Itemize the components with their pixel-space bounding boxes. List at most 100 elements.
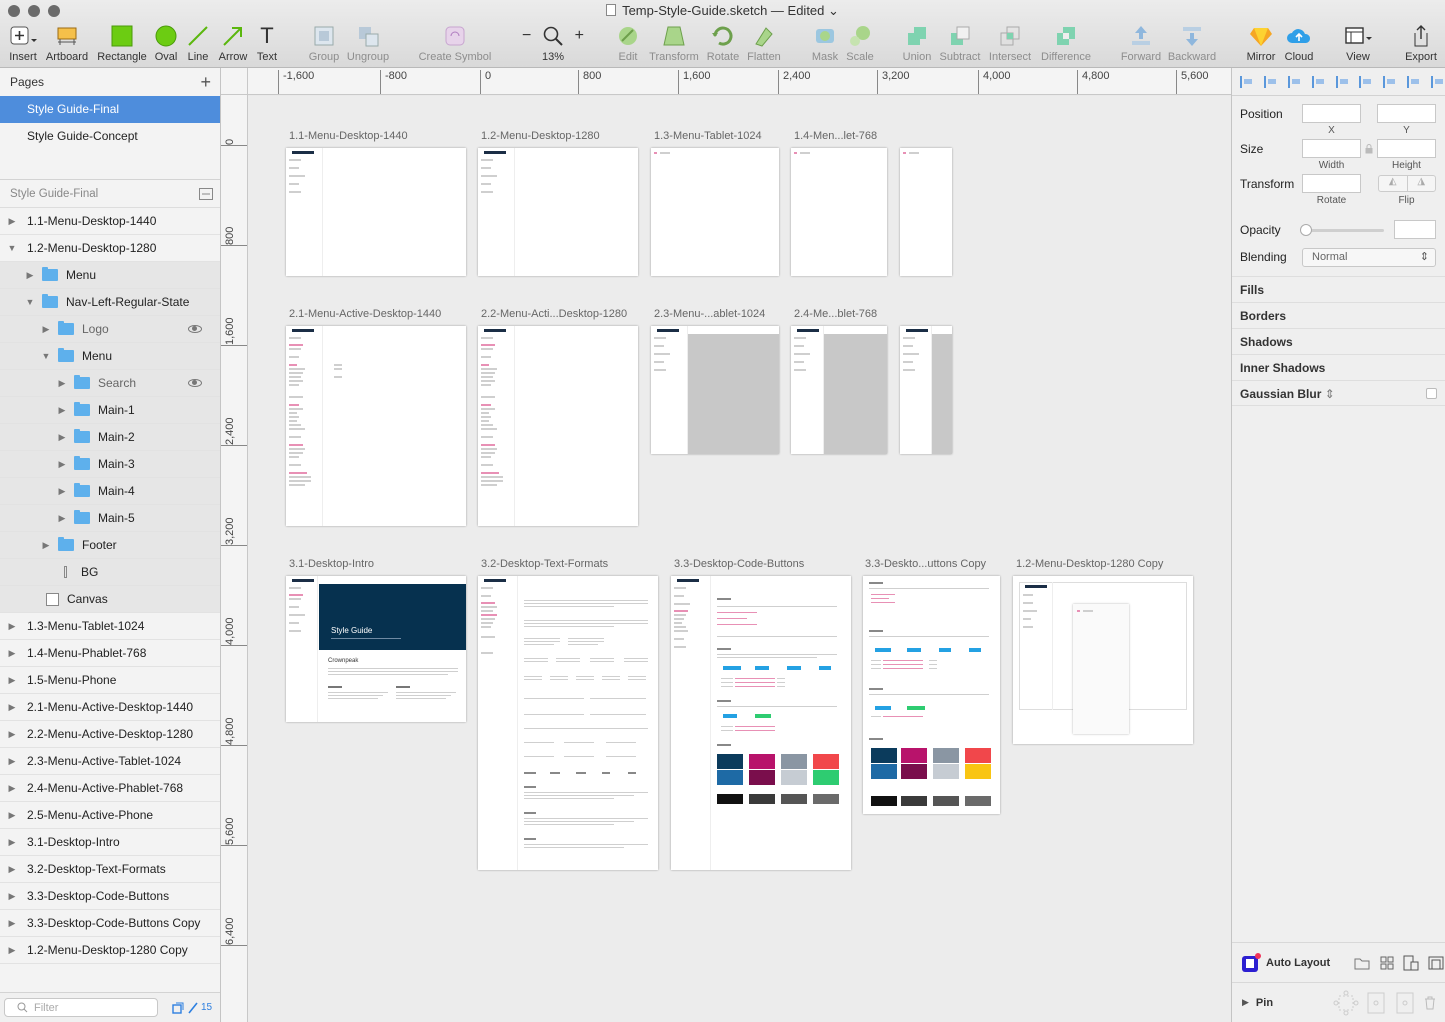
disclosure-right-icon[interactable]: ▶ [6, 675, 18, 686]
trash-icon[interactable] [1424, 996, 1436, 1010]
mask-button[interactable]: Mask [810, 24, 840, 63]
artboard-title[interactable]: 1.3-Menu-Tablet-1024 [654, 130, 762, 142]
shadows-section[interactable]: Shadows [1232, 328, 1445, 354]
artboard-thumbnail[interactable] [1013, 576, 1193, 744]
intersect-button[interactable]: Intersect [987, 24, 1033, 63]
rotate-field[interactable] [1302, 174, 1361, 193]
flatten-button[interactable]: Flatten [745, 24, 783, 63]
edit-button[interactable]: Edit [614, 24, 642, 63]
page-item-style-guide-concept[interactable]: Style Guide-Concept [0, 123, 220, 150]
disclosure-down-icon[interactable]: ▼ [6, 243, 18, 253]
layer-artboard[interactable]: ▶ 3.3-Desktop-Code-Buttons Copy [0, 910, 220, 937]
layer-artboard[interactable]: ▶ 1.5-Menu-Phone [0, 667, 220, 694]
blur-checkbox[interactable] [1426, 388, 1437, 399]
artboard-title[interactable]: 2.2-Menu-Acti...Desktop-1280 [481, 308, 627, 320]
disclosure-right-icon[interactable]: ▶ [56, 513, 68, 524]
artboard-thumbnail[interactable] [286, 148, 466, 276]
layer-group[interactable]: ▶ Main-1 [0, 397, 220, 424]
align-left-icon[interactable] [1240, 75, 1254, 88]
height-field[interactable] [1377, 139, 1436, 158]
ungroup-button[interactable]: Ungroup [346, 24, 390, 63]
artboard-thumbnail[interactable] [651, 148, 779, 276]
artboard-title[interactable]: 3.3-Deskto...uttons Copy [865, 558, 986, 570]
disclosure-right-icon[interactable]: ▶ [6, 891, 18, 902]
disclosure-right-icon[interactable]: ▶ [1242, 997, 1249, 1008]
opacity-slider[interactable] [1300, 224, 1384, 236]
disclosure-right-icon[interactable]: ▶ [6, 729, 18, 740]
create-symbol-button[interactable]: Create Symbol [418, 24, 492, 63]
layer-artboard[interactable]: ▶ 1.2-Menu-Desktop-1280 Copy [0, 937, 220, 964]
layer-artboard[interactable]: ▶ 2.1-Menu-Active-Desktop-1440 [0, 694, 220, 721]
disclosure-right-icon[interactable]: ▶ [6, 216, 18, 227]
layer-artboard[interactable]: ▶ 1.3-Menu-Tablet-1024 [0, 613, 220, 640]
distribute-horizontal-icon[interactable] [1263, 75, 1278, 88]
align-right-icon[interactable] [1311, 75, 1326, 88]
align-center-icon[interactable] [1287, 75, 1302, 88]
artboard-title[interactable]: 2.1-Menu-Active-Desktop-1440 [289, 308, 441, 320]
artboard-title[interactable]: 3.2-Desktop-Text-Formats [481, 558, 608, 570]
auto-layout-label[interactable]: Auto Layout [1266, 957, 1330, 969]
rotate-button[interactable]: Rotate [705, 24, 741, 63]
artboard-title[interactable]: 1.1-Menu-Desktop-1440 [289, 130, 408, 142]
devices-icon[interactable] [1403, 955, 1419, 971]
stepper-icon[interactable]: ⇕ [1325, 387, 1335, 401]
layer-artboard[interactable]: ▶ 2.5-Menu-Active-Phone [0, 802, 220, 829]
layer-artboard[interactable]: ▶ 1.1-Menu-Desktop-1440 [0, 208, 220, 235]
artboard-title[interactable]: 3.1-Desktop-Intro [289, 558, 374, 570]
vertical-ruler[interactable]: 0 800 1,600 2,400 3,200 4,000 4,800 5,60… [221, 95, 248, 1022]
pin-label[interactable]: Pin [1256, 997, 1273, 1009]
artboard-thumbnail[interactable] [863, 576, 1000, 814]
transform-button[interactable]: Transform [648, 24, 700, 63]
group-button[interactable]: Group [306, 24, 342, 63]
layer-artboard[interactable]: ▼ 1.2-Menu-Desktop-1280 [0, 235, 220, 262]
layer-group[interactable]: ▼ Menu [0, 343, 220, 370]
scale-button[interactable]: Scale [845, 24, 875, 63]
disclosure-down-icon[interactable]: ▼ [24, 297, 36, 307]
disclosure-right-icon[interactable]: ▶ [56, 486, 68, 497]
artboard-title[interactable]: 1.2-Menu-Desktop-1280 Copy [1016, 558, 1163, 570]
disclosure-right-icon[interactable]: ▶ [40, 540, 52, 551]
borders-section[interactable]: Borders [1232, 302, 1445, 328]
artboard-thumbnail[interactable] [478, 576, 658, 870]
width-field[interactable] [1302, 139, 1361, 158]
pin-corners-icon[interactable] [1333, 990, 1359, 1016]
disclosure-right-icon[interactable]: ▶ [6, 783, 18, 794]
disclosure-right-icon[interactable]: ▶ [6, 945, 18, 956]
eye-icon[interactable] [188, 325, 202, 333]
artboard-title[interactable]: 3.3-Desktop-Code-Buttons [674, 558, 804, 570]
text-button[interactable]: T Text [254, 23, 280, 63]
position-x-field[interactable] [1302, 104, 1361, 123]
opacity-field[interactable] [1394, 220, 1436, 239]
align-bottom-edge-icon[interactable] [1431, 75, 1445, 88]
disclosure-right-icon[interactable]: ▶ [6, 648, 18, 659]
disclosure-right-icon[interactable]: ▶ [6, 756, 18, 767]
page-item-style-guide-final[interactable]: Style Guide-Final [0, 96, 220, 123]
line-button[interactable]: Line [185, 24, 211, 63]
layer-artboard[interactable]: ▶ 2.2-Menu-Active-Desktop-1280 [0, 721, 220, 748]
filter-input[interactable]: Filter [4, 998, 158, 1017]
align-top-icon[interactable] [1335, 75, 1350, 88]
opacity-slider-knob[interactable] [1300, 224, 1312, 236]
disclosure-right-icon[interactable]: ▶ [6, 864, 18, 875]
pencil-icon[interactable] [188, 1002, 198, 1014]
insert-button[interactable]: Insert [6, 24, 40, 63]
artboard-title[interactable]: 2.4-Me...blet-768 [794, 308, 877, 320]
artboard-thumbnail[interactable] [671, 576, 851, 870]
layer-artboard[interactable]: ▶ 3.1-Desktop-Intro [0, 829, 220, 856]
disclosure-right-icon[interactable]: ▶ [6, 837, 18, 848]
arrow-button[interactable]: Arrow [217, 24, 249, 63]
disclosure-right-icon[interactable]: ▶ [6, 810, 18, 821]
artboard-title[interactable]: 1.2-Menu-Desktop-1280 [481, 130, 600, 142]
layer-group[interactable]: ▶ Footer [0, 532, 220, 559]
difference-button[interactable]: Difference [1038, 24, 1094, 63]
layer-artboard[interactable]: ▶ 1.4-Menu-Phablet-768 [0, 640, 220, 667]
eye-icon[interactable] [188, 379, 202, 387]
align-bottom-icon[interactable] [1383, 75, 1397, 88]
artboard-thumbnail[interactable] [651, 326, 779, 454]
artboard-thumbnail[interactable]: Style Guide Crownpeak [286, 576, 466, 722]
layer-group[interactable]: ▶ Main-3 [0, 451, 220, 478]
disclosure-right-icon[interactable]: ▶ [56, 432, 68, 443]
distribute-vertical-icon[interactable] [1407, 75, 1421, 88]
artboard-thumbnail[interactable] [900, 326, 952, 454]
mirror-button[interactable]: Mirror [1244, 24, 1278, 63]
